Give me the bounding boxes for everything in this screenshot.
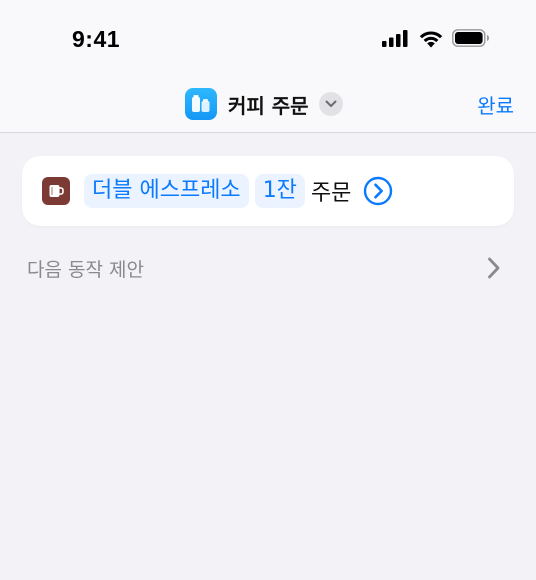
suggestions-label: 다음 동작 제안 — [27, 259, 144, 281]
wifi-icon — [418, 29, 444, 52]
drink-parameter[interactable]: 더블 에스프레소 — [84, 174, 249, 208]
status-icons — [382, 28, 490, 52]
screen: 9:41 커피 주문 완료 더블 에스프레소 1잔 주문 다음 동작 제안 — [0, 0, 536, 580]
chevron-right-icon — [486, 256, 502, 280]
quantity-parameter[interactable]: 1잔 — [254, 174, 305, 208]
next-action-suggestions[interactable]: 다음 동작 제안 — [22, 248, 514, 288]
shortcuts-app-icon — [185, 88, 217, 120]
shortcut-title-menu[interactable]: 커피 주문 — [185, 88, 343, 120]
chevron-down-icon[interactable] — [318, 92, 343, 116]
cellular-signal-icon — [382, 29, 410, 51]
arrow-right-circle-icon[interactable] — [363, 176, 393, 206]
page-title: 커피 주문 — [228, 93, 309, 118]
battery-icon — [452, 29, 490, 51]
action-row: 더블 에스프레소 1잔 주문 — [42, 174, 393, 208]
nav-bar: 커피 주문 완료 — [0, 72, 536, 133]
status-time: 9:41 — [72, 26, 121, 52]
action-card[interactable]: 더블 에스프레소 1잔 주문 — [22, 156, 514, 226]
done-button[interactable]: 완료 — [477, 90, 514, 119]
action-verb: 주문 — [310, 181, 352, 206]
coffee-cup-icon — [42, 177, 70, 205]
status-bar: 9:41 — [0, 0, 536, 72]
